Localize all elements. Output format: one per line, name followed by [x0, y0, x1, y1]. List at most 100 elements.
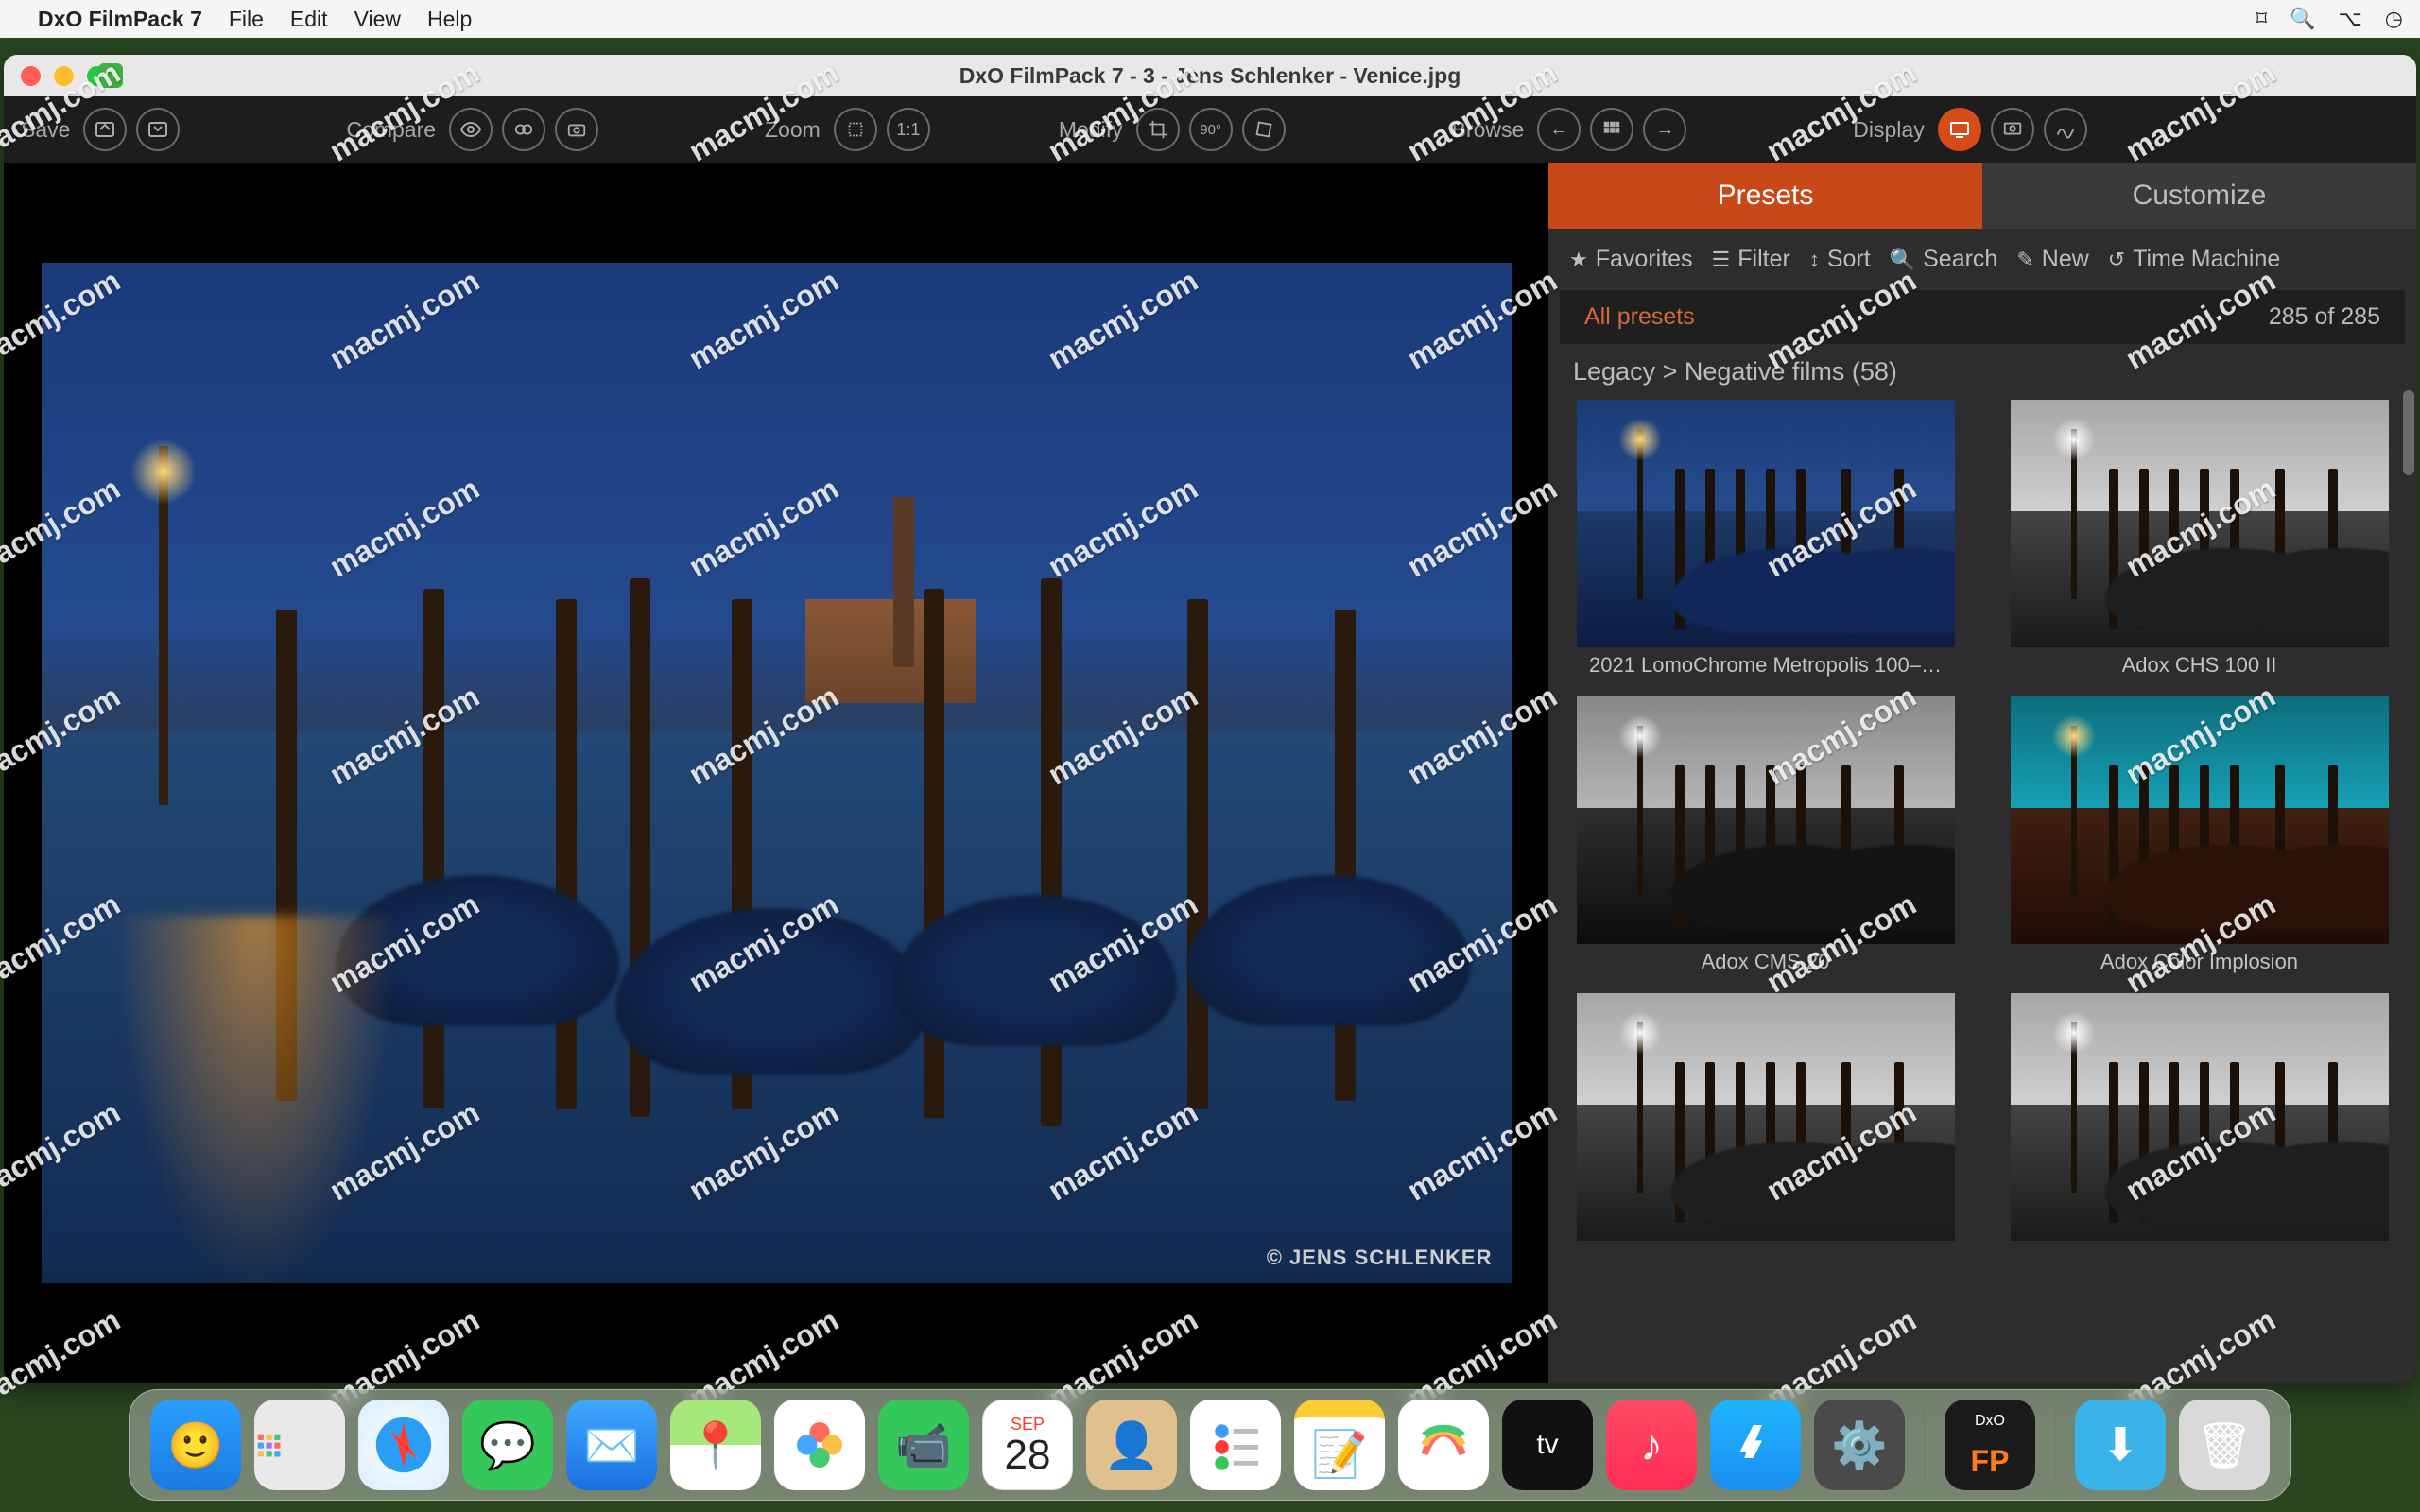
display-label: Display [1853, 117, 1924, 143]
dock-photos-icon[interactable] [774, 1400, 865, 1490]
compare-label: Compare [346, 117, 436, 143]
preset-thumbnail [2011, 696, 2389, 944]
dock-calendar-icon[interactable]: SEP 28 [982, 1400, 1073, 1490]
preset-item[interactable] [1562, 993, 1969, 1246]
new-icon: ✎ [2016, 248, 2033, 272]
dock-notes-icon[interactable]: 📝 [1294, 1400, 1385, 1490]
dock-finder-icon[interactable]: 🙂 [150, 1400, 241, 1490]
tab-customize[interactable]: Customize [1982, 163, 2416, 229]
display-loupe-button[interactable] [1991, 108, 2034, 151]
image-copyright: © JENS SCHLENKER [1267, 1246, 1493, 1270]
preset-thumbnail [1577, 400, 1955, 647]
display-histogram-button[interactable] [2044, 108, 2087, 151]
preset-item[interactable]: Adox Color Implosion [1996, 696, 2403, 974]
window-titlebar: DxO FilmPack 7 - 3 - Jens Schlenker - Ve… [4, 55, 2416, 96]
list-icon: ☰ [1712, 248, 1731, 272]
clock-icon[interactable]: ◷ [2385, 7, 2403, 31]
dock-trash-icon[interactable]: 🗑 [2179, 1400, 2270, 1490]
zoom-1to1-button[interactable]: 1:1 [887, 108, 930, 151]
dock-launchpad-icon[interactable] [254, 1400, 345, 1490]
panel-tabs: Presets Customize [1548, 163, 2416, 229]
toolbar: Save Compare Zoom [4, 96, 2416, 163]
preset-count: 285 of 285 [2269, 303, 2380, 331]
dock-freeform-icon[interactable] [1398, 1400, 1489, 1490]
control-center-icon[interactable]: ⌥ [2338, 7, 2361, 31]
browse-label: Browse [1452, 117, 1525, 143]
preset-label: Adox CHS 100 II [2122, 653, 2277, 678]
dock-filmpack-icon[interactable]: DxO FP [1945, 1400, 2035, 1490]
history-icon: ↺ [2108, 248, 2125, 272]
spotlight-icon[interactable]: 🔍 [2290, 7, 2315, 31]
browse-next-button[interactable]: → [1643, 108, 1686, 151]
sort-button[interactable]: ↕Sort [1809, 246, 1871, 273]
browse-prev-button[interactable]: ← [1537, 108, 1581, 151]
save-as-button[interactable] [136, 108, 180, 151]
compare-split-button[interactable] [502, 108, 545, 151]
rotate-button[interactable]: 90° [1189, 108, 1233, 151]
dock-tv-icon[interactable]: tv [1502, 1400, 1593, 1490]
dock-separator [2054, 1407, 2056, 1483]
filmpack-brand: DxO [1975, 1413, 2005, 1430]
compare-preview-button[interactable] [449, 108, 493, 151]
preset-item[interactable]: Adox CHS 100 II [1996, 400, 2403, 678]
preset-label: Adox CMS 20 [1702, 950, 1830, 974]
dock-mail-icon[interactable]: ✉️ [566, 1400, 657, 1490]
window-title: DxO FilmPack 7 - 3 - Jens Schlenker - Ve… [4, 63, 2416, 89]
search-icon: 🔍 [1890, 248, 1915, 272]
preset-item[interactable] [1996, 993, 2403, 1246]
favorites-filter[interactable]: ★Favorites [1569, 246, 1693, 273]
sort-icon: ↕ [1809, 248, 1820, 272]
dock-safari-icon[interactable] [358, 1400, 449, 1490]
preset-label: 2021 LomoChrome Metropolis 100–… [1589, 653, 1942, 678]
preset-item[interactable]: Adox CMS 20 [1562, 696, 1969, 974]
search-button[interactable]: 🔍Search [1890, 246, 1998, 273]
preset-breadcrumb[interactable]: All presets 285 of 285 [1560, 290, 2405, 344]
menu-edit[interactable]: Edit [290, 7, 328, 32]
menu-file[interactable]: File [229, 7, 264, 32]
dock-messages-icon[interactable]: 💬 [462, 1400, 553, 1490]
main-image: © JENS SCHLENKER [42, 263, 1512, 1283]
dock-maps-icon[interactable]: 📍 [670, 1400, 761, 1490]
straighten-button[interactable] [1242, 108, 1286, 151]
content-area: © JENS SCHLENKER Presets Customize ★Favo… [4, 163, 2416, 1383]
calendar-day: 28 [1005, 1435, 1051, 1476]
dock-downloads-icon[interactable]: ⬇ [2075, 1400, 2166, 1490]
dock-appstore-icon[interactable] [1710, 1400, 1801, 1490]
preset-toolbar: ★Favorites ☰Filter ↕Sort 🔍Search ✎New ↺T… [1548, 229, 2416, 290]
save-button[interactable] [83, 108, 127, 151]
display-panel-button[interactable] [1938, 108, 1981, 151]
image-viewer[interactable]: © JENS SCHLENKER [4, 163, 1548, 1383]
preset-section-header[interactable]: Legacy > Negative films (58) [1548, 344, 2416, 390]
screen-mirror-icon[interactable]: ⌑ [2256, 7, 2267, 31]
browse-grid-button[interactable] [1590, 108, 1634, 151]
menu-view[interactable]: View [354, 7, 401, 32]
side-panel: Presets Customize ★Favorites ☰Filter ↕So… [1548, 163, 2416, 1383]
dock-reminders-icon[interactable] [1190, 1400, 1281, 1490]
crop-button[interactable] [1136, 108, 1180, 151]
scrollbar-thumb[interactable] [2403, 390, 2414, 475]
preset-thumbnail [1577, 993, 1955, 1241]
time-machine-button[interactable]: ↺Time Machine [2108, 246, 2281, 273]
dock-contacts-icon[interactable]: 👤 [1086, 1400, 1177, 1490]
dock-facetime-icon[interactable]: 📹 [878, 1400, 969, 1490]
preset-item[interactable]: 2021 LomoChrome Metropolis 100–… [1562, 400, 1969, 678]
app-window: DxO FilmPack 7 - 3 - Jens Schlenker - Ve… [4, 55, 2416, 1383]
dock: 🙂 💬 ✉️ 📍 📹 SEP 28 👤 📝 tv ♪ ⚙️ DxO FP ⬇ 🗑 [129, 1389, 2291, 1501]
star-icon: ★ [1569, 248, 1588, 272]
breadcrumb-label: All presets [1584, 303, 1695, 331]
macos-menubar: DxO FilmPack 7 File Edit View Help ⌑ 🔍 ⌥… [0, 0, 2420, 38]
compare-side-button[interactable] [555, 108, 598, 151]
menu-help[interactable]: Help [427, 7, 472, 32]
dock-music-icon[interactable]: ♪ [1606, 1400, 1697, 1490]
new-button[interactable]: ✎New [2016, 246, 2088, 273]
tab-presets[interactable]: Presets [1548, 163, 1982, 229]
zoom-fit-button[interactable] [834, 108, 877, 151]
dock-separator [1924, 1407, 1926, 1483]
dock-settings-icon[interactable]: ⚙️ [1814, 1400, 1905, 1490]
zoom-label: Zoom [765, 117, 821, 143]
app-menu[interactable]: DxO FilmPack 7 [38, 7, 202, 32]
filmpack-label: FP [1971, 1444, 2010, 1479]
modify-label: Modify [1059, 117, 1123, 143]
filter-button[interactable]: ☰Filter [1712, 246, 1790, 273]
preset-thumbnail [1577, 696, 1955, 944]
